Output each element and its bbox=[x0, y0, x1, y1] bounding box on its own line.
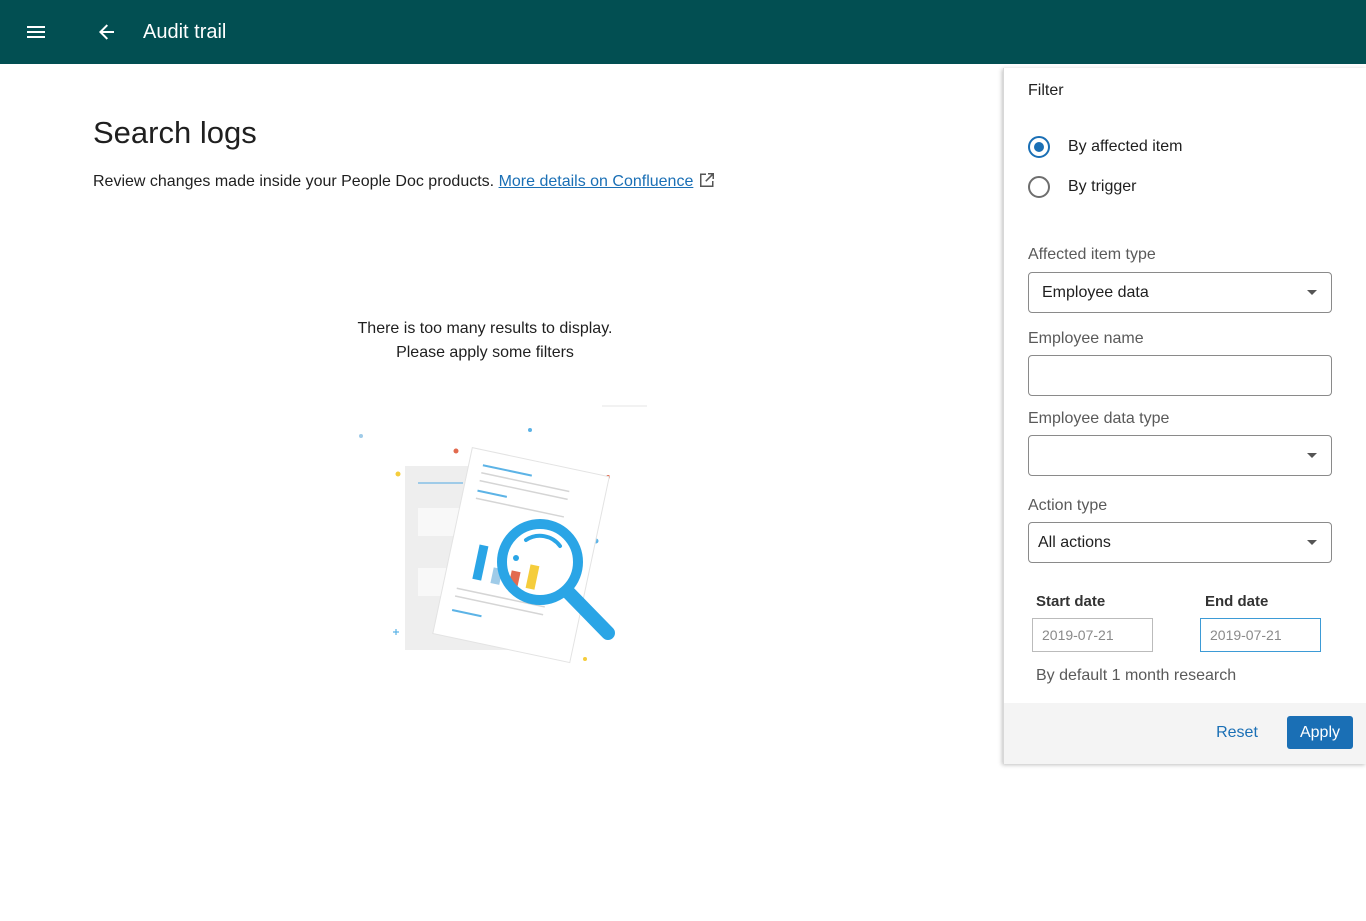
filter-panel: Filter By affected item By trigger Affec… bbox=[1003, 68, 1366, 764]
date-hint: By default 1 month research bbox=[1036, 667, 1237, 684]
end-date-input[interactable]: 2019-07-21 bbox=[1200, 618, 1321, 652]
affected-item-type-select[interactable]: Employee data bbox=[1028, 272, 1332, 313]
app-title: Audit trail bbox=[143, 21, 227, 43]
action-type-label: Action type bbox=[1028, 497, 1108, 514]
employee-name-label: Employee name bbox=[1028, 330, 1144, 347]
empty-state-line-2: Please apply some filters bbox=[396, 344, 574, 361]
radio-label: By trigger bbox=[1068, 178, 1137, 195]
description-text: Review changes made inside your People D… bbox=[93, 173, 495, 190]
radio-button-checked[interactable] bbox=[1028, 136, 1050, 158]
employee-data-type-label: Employee data type bbox=[1028, 410, 1170, 427]
employee-data-type-select[interactable] bbox=[1028, 435, 1332, 476]
chevron-down-icon bbox=[1307, 540, 1317, 545]
start-date-input[interactable]: 2019-07-21 bbox=[1032, 618, 1153, 652]
confluence-link[interactable]: More details on Confluence bbox=[499, 173, 694, 190]
end-date-label: End date bbox=[1205, 593, 1269, 610]
external-link-icon[interactable] bbox=[699, 172, 715, 194]
chevron-down-icon bbox=[1307, 290, 1317, 295]
end-date-value: 2019-07-21 bbox=[1210, 627, 1282, 643]
page-title: Search logs bbox=[93, 115, 257, 150]
action-type-select[interactable]: All actions bbox=[1028, 522, 1332, 563]
start-date-value: 2019-07-21 bbox=[1042, 627, 1114, 643]
filter-footer: Reset Apply bbox=[1004, 703, 1366, 764]
affected-item-type-value: Employee data bbox=[1042, 283, 1149, 301]
reset-button[interactable]: Reset bbox=[1212, 718, 1262, 748]
apply-button[interactable]: Apply bbox=[1287, 716, 1353, 749]
radio-button[interactable] bbox=[1028, 176, 1050, 198]
search-documents-illustration bbox=[359, 405, 647, 664]
hamburger-menu-icon[interactable] bbox=[20, 16, 52, 48]
app-bar: Audit trail bbox=[0, 0, 1366, 64]
chevron-down-icon bbox=[1307, 453, 1317, 458]
action-type-value: All actions bbox=[1038, 533, 1111, 551]
radio-by-affected-item[interactable]: By affected item bbox=[1028, 136, 1182, 158]
arrow-left-icon[interactable] bbox=[91, 16, 123, 48]
empty-state-message: There is too many results to display. Pl… bbox=[300, 317, 670, 365]
radio-label: By affected item bbox=[1068, 138, 1183, 155]
affected-item-type-label: Affected item type bbox=[1028, 246, 1156, 263]
page-description: Review changes made inside your People D… bbox=[93, 172, 715, 194]
start-date-label: Start date bbox=[1036, 593, 1106, 610]
empty-state-line-1: There is too many results to display. bbox=[357, 320, 613, 337]
filter-title: Filter bbox=[1028, 82, 1064, 99]
employee-name-input[interactable] bbox=[1028, 355, 1332, 396]
radio-by-trigger[interactable]: By trigger bbox=[1028, 176, 1136, 198]
